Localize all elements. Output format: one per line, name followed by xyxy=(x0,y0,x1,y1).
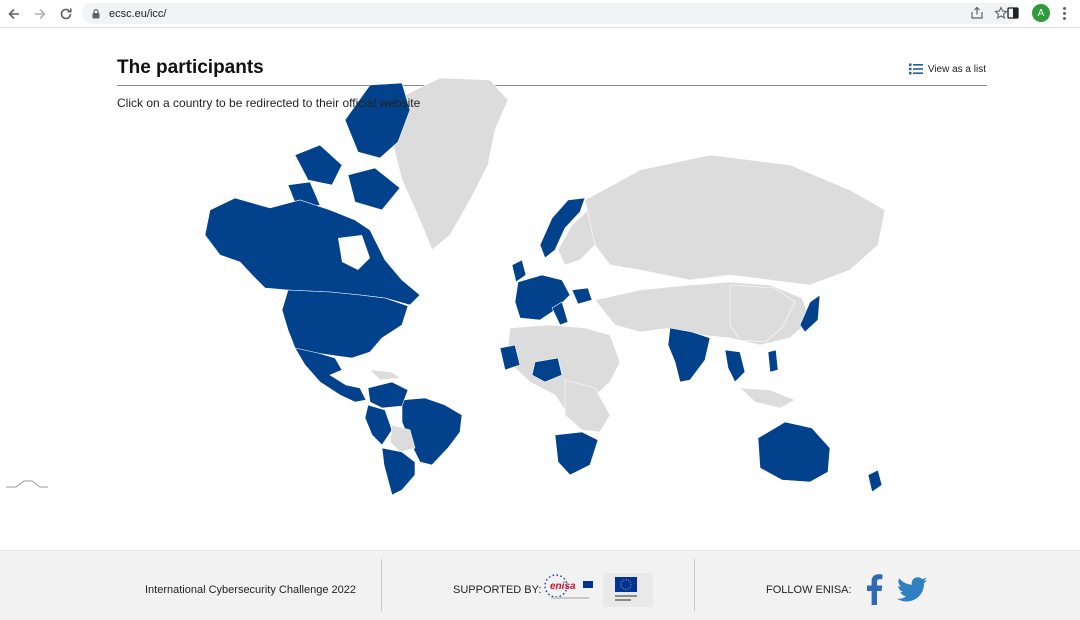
lock-icon xyxy=(92,8,100,18)
map-instructions: Click on a country to be redirected to t… xyxy=(117,96,421,110)
eu-logo[interactable] xyxy=(603,573,653,607)
country-romania[interactable] xyxy=(571,287,593,305)
country-uk-ireland[interactable] xyxy=(511,259,527,283)
twitter-icon[interactable] xyxy=(897,577,927,603)
reload-icon xyxy=(60,8,72,19)
menu-icon[interactable] xyxy=(1062,6,1066,20)
country-usa[interactable] xyxy=(281,289,409,359)
country-canada-arctic-islands-3[interactable] xyxy=(347,167,401,211)
country-indonesia xyxy=(739,387,796,409)
reload-button[interactable] xyxy=(54,2,78,26)
svg-text:enisa: enisa xyxy=(550,581,576,592)
country-brazil[interactable] xyxy=(401,397,463,466)
footer-challenge-text: International Cybersecurity Challenge 20… xyxy=(145,584,356,596)
facebook-icon[interactable] xyxy=(864,573,884,605)
country-colombia-venezuela[interactable] xyxy=(367,381,409,409)
country-south-africa[interactable] xyxy=(554,431,599,476)
url-text: ecsc.eu/icc/ xyxy=(109,7,167,20)
view-as-list-link[interactable]: View as a list xyxy=(908,63,986,75)
world-map-svg xyxy=(204,77,886,496)
country-peru[interactable] xyxy=(364,404,393,446)
address-bar[interactable]: ecsc.eu/icc/ xyxy=(82,3,1018,24)
side-panel-icon[interactable] xyxy=(1006,6,1020,20)
browser-toolbar: ecsc.eu/icc/ A xyxy=(0,0,1080,28)
share-icon[interactable] xyxy=(970,6,984,20)
country-india[interactable] xyxy=(667,327,711,383)
back-icon xyxy=(8,8,19,19)
country-new-zealand[interactable] xyxy=(867,469,883,493)
enisa-logo[interactable]: enisa xyxy=(543,571,595,605)
footer-divider-2 xyxy=(694,559,695,611)
footer-divider-1 xyxy=(381,559,382,611)
country-chile-argentina[interactable] xyxy=(381,447,416,496)
country-cuba xyxy=(369,369,401,381)
footer-supported-label: SUPPORTED BY: xyxy=(453,584,542,596)
country-philippines[interactable] xyxy=(767,349,779,373)
view-as-list-label: View as a list xyxy=(927,63,986,75)
world-map xyxy=(170,70,890,496)
country-australia[interactable] xyxy=(757,421,831,483)
forward-button[interactable] xyxy=(28,2,52,26)
back-button[interactable] xyxy=(2,2,26,26)
footer-follow-label: FOLLOW ENISA: xyxy=(766,584,852,596)
profile-avatar[interactable]: A xyxy=(1032,4,1050,22)
country-canada-arctic-islands-2[interactable] xyxy=(294,144,343,186)
country-thailand[interactable] xyxy=(724,349,746,383)
scroll-indicator-icon xyxy=(6,480,48,488)
country-canada[interactable] xyxy=(204,197,421,306)
list-icon xyxy=(908,63,923,75)
country-russia xyxy=(584,154,886,286)
page-footer: International Cybersecurity Challenge 20… xyxy=(0,550,1080,620)
forward-icon xyxy=(35,8,46,19)
